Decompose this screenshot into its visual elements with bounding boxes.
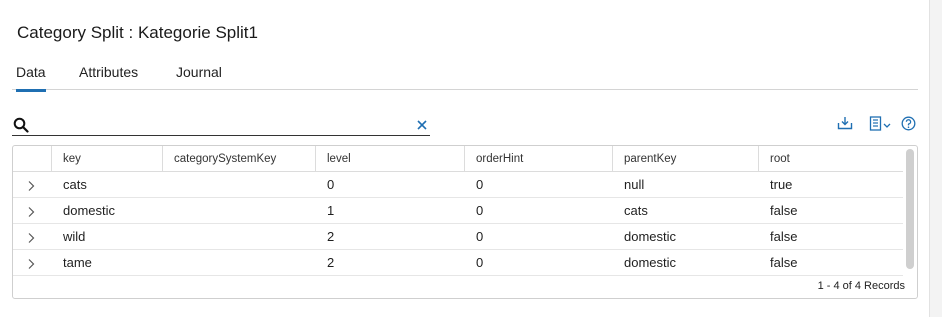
table-row[interactable]: cats 0 0 null true [13,172,903,198]
column-header-key[interactable]: key [51,146,162,172]
main-panel: Category Split : Kategorie Split1 Data A… [0,0,930,317]
search-icon [13,117,29,133]
cell-root: false [770,203,798,218]
cell-parentkey: null [624,177,645,192]
tab-bar: Data Attributes Journal [12,64,918,92]
table-row[interactable]: tame 2 0 domestic false [13,250,903,276]
table-row[interactable]: wild 2 0 domestic false [13,224,903,250]
cell-parentkey: domestic [624,255,677,270]
vertical-scrollbar[interactable] [906,149,914,269]
column-header-level[interactable]: level [315,146,464,172]
column-header-categorysystemkey[interactable]: categorySystemKey [162,146,315,172]
cell-root: false [770,255,798,270]
column-header-root[interactable]: root [758,146,903,172]
cell-categorysystemkey [163,250,174,276]
cell-categorysystemkey [163,198,174,224]
cell-root: false [770,229,798,244]
download-icon[interactable] [837,116,853,135]
cell-categorysystemkey [163,172,174,198]
cell-orderhint: 0 [476,203,484,218]
chevron-right-icon[interactable] [26,205,36,217]
cell-key: domestic [63,203,116,218]
tab-journal[interactable]: Journal [176,64,222,90]
data-grid: key categorySystemKey level orderHint pa… [12,145,918,299]
cell-level: 2 [327,255,335,270]
cell-level: 1 [327,203,335,218]
clear-search-icon[interactable] [416,118,428,130]
search-input[interactable] [36,115,416,135]
cell-key: tame [63,255,92,270]
cell-level: 0 [327,177,335,192]
search-bar [12,114,430,136]
cell-key: cats [63,177,87,192]
record-count: 1 - 4 of 4 Records [817,280,905,292]
grid-header: key categorySystemKey level orderHint pa… [13,146,903,172]
column-chooser-icon[interactable] [869,116,895,137]
cell-level: 2 [327,229,335,244]
cell-parentkey: domestic [624,229,677,244]
chevron-right-icon[interactable] [26,231,36,243]
tab-attributes[interactable]: Attributes [79,64,138,90]
cell-orderhint: 0 [476,177,484,192]
cell-orderhint: 0 [476,229,484,244]
cell-root: true [770,177,793,192]
cell-categorysystemkey [163,224,174,250]
page-title: Category Split : Kategorie Split1 [17,23,258,42]
cell-parentkey: cats [624,203,648,218]
column-header-orderhint[interactable]: orderHint [464,146,612,172]
cell-key: wild [63,229,86,244]
column-header-parentkey[interactable]: parentKey [612,146,758,172]
help-icon[interactable] [901,116,916,136]
chevron-right-icon[interactable] [26,257,36,269]
tab-data[interactable]: Data [16,64,46,92]
chevron-right-icon[interactable] [26,179,36,191]
table-row[interactable]: domestic 1 0 cats false [13,198,903,224]
cell-orderhint: 0 [476,255,484,270]
